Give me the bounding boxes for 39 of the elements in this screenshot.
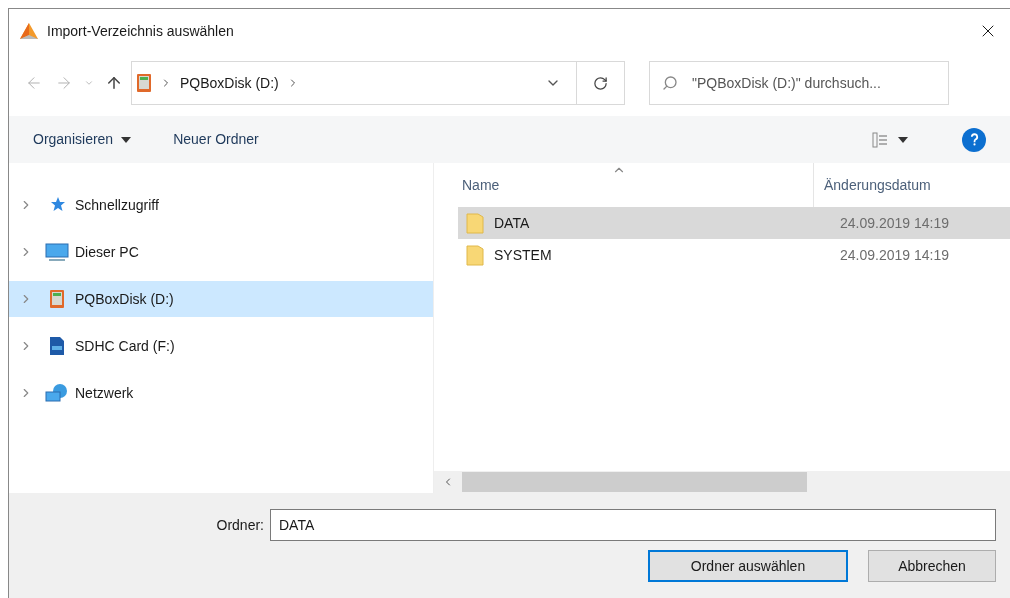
file-row[interactable]: SYSTEM 24.09.2019 14:19 [458,239,1010,271]
sidebar-item[interactable]: Schnellzugriff [9,187,433,223]
folder-icon [466,244,484,266]
new-folder-button[interactable]: Neuer Ordner [173,129,259,150]
refresh-icon [593,75,608,91]
caret-icon [898,136,908,143]
view-options-button[interactable] [872,131,908,148]
app-logo-icon [19,22,39,40]
sidebar-item[interactable]: Dieser PC [9,234,433,270]
cancel-button[interactable]: Abbrechen [868,550,996,582]
sd-card-icon [49,336,65,356]
question-mark-icon [969,133,979,146]
help-button[interactable] [962,127,986,152]
breadcrumb-item[interactable]: PQBoxDisk (D:) [180,72,279,94]
sidebar-item[interactable]: SDHC Card (F:) [9,328,433,364]
address-bar[interactable]: PQBoxDisk (D:) [131,61,625,105]
folder-input[interactable]: DATA [270,509,996,541]
sidebar-item[interactable]: Netzwerk [9,375,433,411]
sidebar-item[interactable]: PQBoxDisk (D:) [9,281,433,317]
select-folder-button[interactable]: Ordner auswählen [648,550,848,582]
horizontal-scrollbar[interactable] [434,471,1010,493]
chevron-down-icon [84,78,94,88]
window-title: Import-Verzeichnis auswählen [47,21,234,41]
network-icon [45,383,69,403]
search-placeholder: "PQBoxDisk (D:)" durchsuch... [692,73,881,93]
scrollbar-thumb[interactable] [462,472,807,492]
column-header[interactable]: Änderungsdatum [814,174,931,196]
search-icon [662,75,678,91]
monitor-icon [45,242,69,262]
file-row[interactable]: DATA 24.09.2019 14:19 [458,207,1010,239]
folder-label: Ordner: [216,515,264,535]
search-field[interactable]: "PQBoxDisk (D:)" durchsuch... [649,61,949,105]
folder-icon [466,212,484,234]
details-view-icon [872,131,888,148]
drive-icon [136,73,152,93]
organize-menu-button[interactable]: Organisieren [33,129,132,150]
forward-arrow-icon [55,74,73,92]
caret-icon [121,136,132,143]
drive-icon [49,289,65,309]
